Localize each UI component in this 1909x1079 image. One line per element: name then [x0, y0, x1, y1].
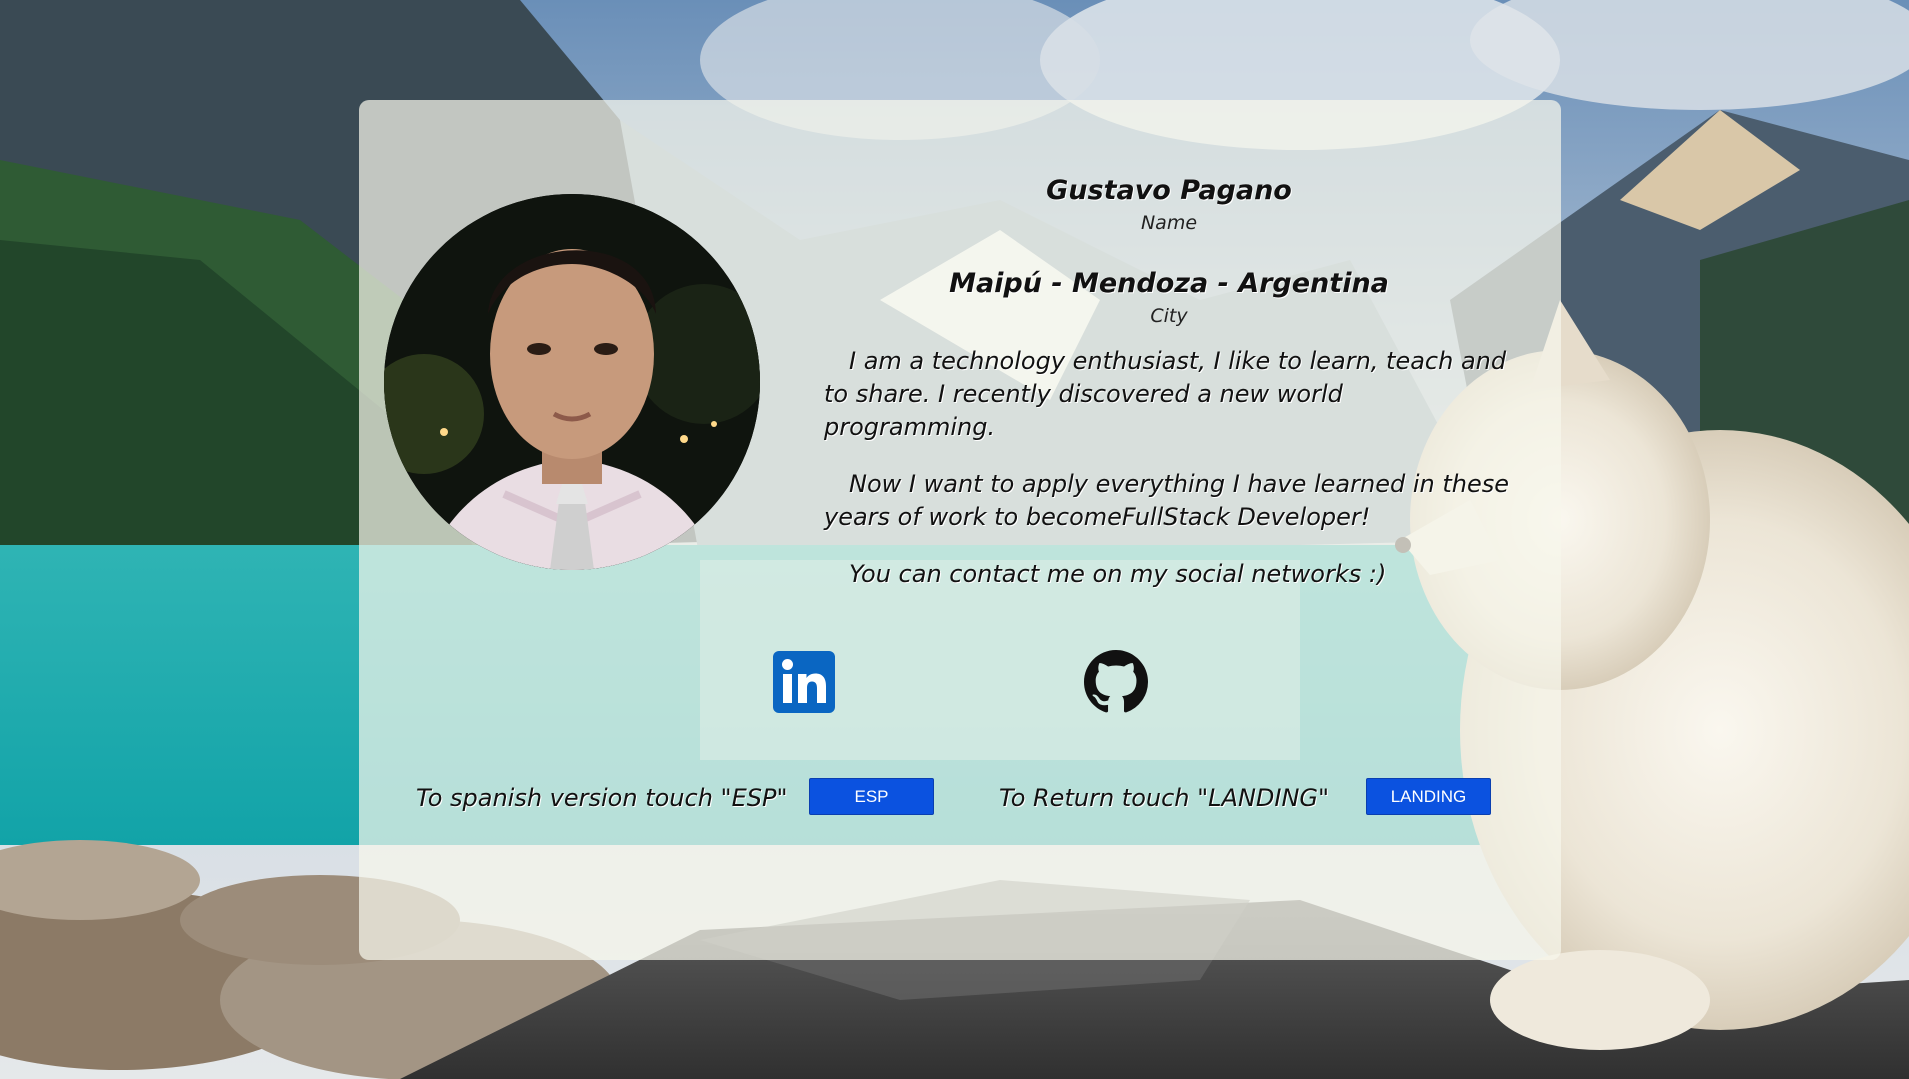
github-icon	[1084, 650, 1148, 713]
github-link[interactable]	[1084, 650, 1148, 714]
linkedin-icon	[773, 651, 835, 713]
landing-hint: To Return touch "LANDING"	[999, 784, 1330, 812]
profile-city: Maipú - Mendoza - Argentina	[949, 268, 1389, 299]
bio-paragraph: You can contact me on my social networks…	[849, 560, 1387, 588]
bio-paragraph: I am a technology enthusiast, I like to …	[824, 347, 1507, 441]
profile-photo	[384, 194, 760, 570]
name-caption: Name	[1140, 212, 1198, 234]
landing-button[interactable]: LANDING	[1366, 778, 1491, 815]
profile-card: Gustavo Pagano Name Maipú - Mendoza - Ar…	[359, 100, 1561, 960]
spanish-version-hint: To spanish version touch "ESP"	[416, 784, 788, 812]
profile-name: Gustavo Pagano	[1046, 175, 1292, 206]
bio: I am a technology enthusiast, I like to …	[824, 345, 1514, 591]
bio-paragraph: Now I want to apply everything I have le…	[824, 470, 1509, 531]
linkedin-link[interactable]	[772, 650, 836, 714]
esp-button[interactable]: ESP	[809, 778, 934, 815]
city-caption: City	[1150, 305, 1188, 327]
profile-info: Gustavo Pagano Name Maipú - Mendoza - Ar…	[824, 170, 1514, 591]
